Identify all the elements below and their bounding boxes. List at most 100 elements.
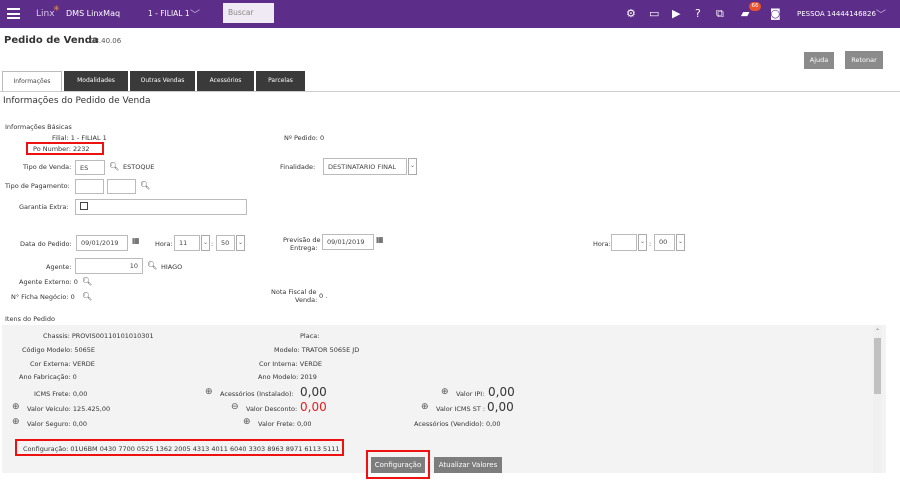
hora2-label: Hora:: [593, 240, 611, 248]
scrollbar-thumb[interactable]: [874, 338, 881, 394]
filial-selector[interactable]: 1 - FILIAL 1: [148, 9, 190, 18]
page-title: Pedido de Venda: [4, 35, 99, 46]
tipo-venda-desc: ESTOQUE: [123, 163, 155, 171]
scroll-up-icon[interactable]: ⌃: [875, 328, 880, 335]
search-input[interactable]: Buscar: [223, 3, 274, 23]
items-heading: Itens do Pedido: [5, 315, 55, 323]
help-button[interactable]: Ajuda: [804, 52, 834, 69]
help-icon[interactable]: ?: [695, 7, 701, 20]
brand-logo: Linx: [36, 9, 55, 19]
acessorios-vendido: Acessórios (Vendido): 0,00: [414, 420, 501, 428]
camera-icon[interactable]: ◙: [770, 7, 781, 20]
calendar-icon[interactable]: ▦: [376, 235, 384, 244]
placa: Placa:: [300, 332, 320, 340]
search-icon[interactable]: 🔍︎: [140, 181, 150, 190]
agente-externo: Agente Externo: 0: [19, 278, 78, 286]
agente-label: Agente:: [46, 263, 72, 271]
previsao-input[interactable]: 09/01/2019: [322, 234, 374, 250]
basic-info-heading: Informações Básicas: [5, 123, 72, 131]
minuto-spinner[interactable]: ⌄: [236, 235, 245, 251]
window-icon[interactable]: ▭: [649, 7, 659, 20]
play-icon[interactable]: ▶: [672, 7, 680, 20]
tab-informacoes[interactable]: Informações: [2, 71, 62, 91]
atualizar-valores-button[interactable]: Atualizar Valores: [434, 457, 502, 473]
valor-seguro: Valor Seguro: 0,00: [27, 420, 88, 428]
scrollbar[interactable]: [873, 326, 882, 473]
nr-pedido: Nº Pedido: 0: [284, 134, 325, 142]
tab-acessorios[interactable]: Acessórios: [197, 71, 254, 91]
configuracao-button[interactable]: Configuração: [371, 457, 425, 473]
plus-circle-icon[interactable]: ⊕: [441, 387, 449, 397]
tab-outras-vendas[interactable]: Outras Vendas: [130, 71, 195, 91]
top-bar: Linx ✳ DMS LinxMaq 1 - FILIAL 1 ﹀ Buscar…: [0, 0, 900, 28]
tipo-venda-input[interactable]: ES: [75, 160, 105, 175]
cor-externa: Cor Externa: VERDE: [30, 360, 95, 368]
po-number: Po Number: 2232: [33, 145, 90, 153]
chevron-down-icon[interactable]: ﹀: [876, 6, 886, 21]
tipo-pagamento-label: Tipo de Pagamento:: [5, 182, 70, 190]
return-button[interactable]: Retonar: [845, 51, 883, 69]
minuto-input[interactable]: 50: [216, 235, 235, 251]
plus-circle-icon[interactable]: ⊕: [12, 402, 20, 412]
previsao-label-2: Entrega:: [290, 244, 318, 252]
section-title: Informações do Pedido de Venda: [3, 96, 151, 106]
finalidade-label: Finalidade:: [280, 163, 316, 171]
hora-input[interactable]: 11: [174, 235, 200, 251]
hora2-spinner[interactable]: ⌄: [638, 234, 647, 251]
app-name: DMS LinxMaq: [66, 9, 121, 18]
search-icon[interactable]: 🔍︎: [147, 261, 157, 270]
hora2-input[interactable]: [611, 234, 637, 251]
minuto2-input[interactable]: 00: [654, 234, 675, 251]
valor-icms-st-value: 0,00: [487, 400, 514, 414]
chassis: Chassis: PROVIS00110101010301: [43, 332, 154, 340]
nota-fiscal-label-2: Venda:: [295, 296, 318, 304]
search-icon[interactable]: 🔍︎: [109, 162, 119, 171]
codigo-modelo: Código Modelo: 5065E: [22, 346, 96, 354]
nota-fiscal-label-1: Nota Fiscal de: [271, 288, 317, 296]
agente-name: HIAGO: [161, 263, 183, 271]
acessorios-instalado-label: Acessórios (Instalado):: [220, 390, 294, 398]
valor-ipi-label: Valor IPI:: [456, 390, 485, 398]
nota-fiscal-value: 0 .: [319, 292, 328, 300]
garantia-label: Garantia Extra:: [19, 203, 69, 211]
search-icon[interactable]: 🔍︎: [82, 292, 92, 301]
chevron-down-icon[interactable]: ⌄: [408, 158, 417, 175]
tipo-pagamento-desc-input[interactable]: [107, 179, 136, 194]
previsao-label-1: Previsão de: [283, 236, 321, 244]
user-name[interactable]: PESSOA 14444146826: [797, 10, 876, 18]
tipo-pagamento-code-input[interactable]: [75, 179, 104, 194]
gear-icon[interactable]: ⚙: [626, 7, 636, 20]
valor-desconto-label: Valor Desconto:: [246, 405, 298, 413]
icms-frete: ICMS Frete: 0,00: [34, 390, 88, 398]
garantia-checkbox[interactable]: [80, 202, 88, 210]
chevron-down-icon[interactable]: ﹀: [190, 6, 200, 21]
hamburger-menu-icon[interactable]: [7, 8, 20, 19]
plus-circle-icon[interactable]: ⊕: [243, 417, 251, 427]
brand-mark-icon: ✳: [53, 4, 60, 13]
plus-circle-icon[interactable]: ⊕: [12, 417, 20, 427]
plus-circle-icon[interactable]: ⊕: [421, 402, 429, 412]
calendar-icon[interactable]: ▦: [132, 236, 140, 245]
valor-icms-st-label: Valor ICMS ST :: [436, 405, 486, 413]
notification-badge: 66: [749, 2, 761, 11]
acessorios-instalado-value: 0,00: [300, 385, 327, 399]
agente-input[interactable]: 10: [75, 258, 143, 274]
tab-modalidades[interactable]: Modalidades: [64, 71, 128, 91]
search-icon[interactable]: 🔍︎: [82, 277, 92, 286]
ano-fabricacao: Ano Fabricação: 0: [19, 373, 77, 381]
minus-circle-icon[interactable]: ⊖: [231, 402, 239, 412]
finalidade-select[interactable]: DESTINATARIO FINAL: [323, 158, 407, 175]
tab-parcelas[interactable]: Parcelas: [256, 71, 305, 91]
tab-divider: [0, 91, 900, 92]
ano-modelo: Ano Modelo: 2019: [258, 373, 317, 381]
screens-icon[interactable]: ⧉: [716, 7, 724, 21]
hora-spinner[interactable]: ⌄: [201, 235, 210, 251]
plus-circle-icon[interactable]: ⊕: [205, 387, 213, 397]
data-pedido-input[interactable]: 09/01/2019: [76, 235, 128, 251]
garantia-field: [75, 199, 247, 215]
minuto2-spinner[interactable]: ⌄: [676, 234, 685, 251]
modelo: Modelo: TRATOR 5065E JD: [274, 346, 360, 354]
chat-icon[interactable]: ▰: [741, 7, 749, 20]
cor-interna: Cor Interna: VERDE: [259, 360, 322, 368]
valor-veiculo: Valor Veículo: 125.425,00: [27, 405, 111, 413]
